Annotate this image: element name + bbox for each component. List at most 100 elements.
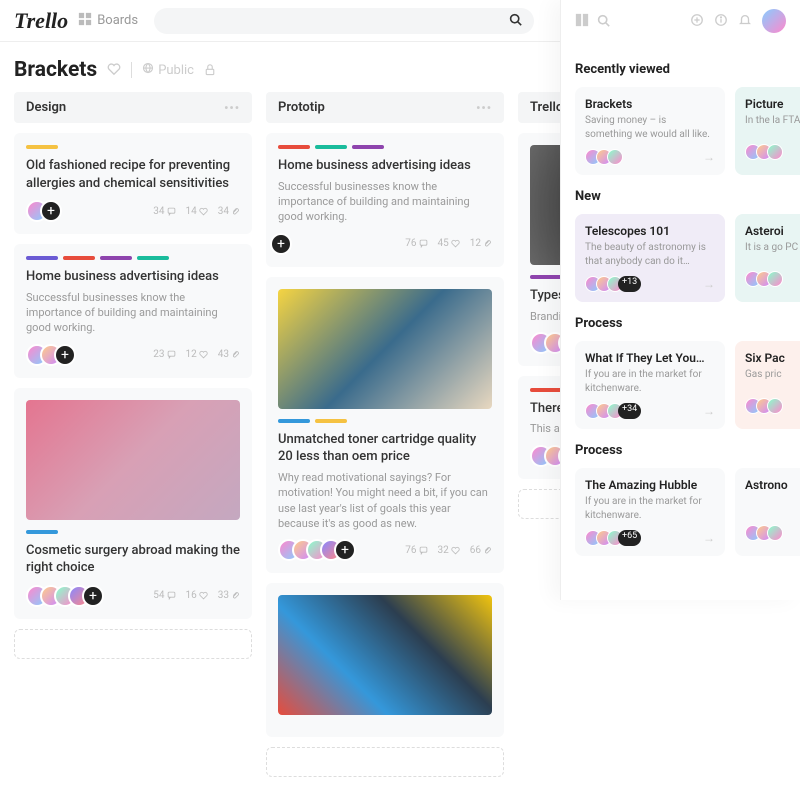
user-avatar[interactable] bbox=[762, 9, 786, 33]
avatar-stack bbox=[745, 525, 783, 541]
recent-card-title: Brackets bbox=[585, 97, 715, 111]
avatar bbox=[767, 144, 783, 160]
card-description: Why read motivational sayings? For motiv… bbox=[278, 470, 492, 532]
list-menu-icon[interactable]: ••• bbox=[224, 101, 240, 115]
likes-count: 14 bbox=[186, 206, 208, 217]
favorite-icon[interactable] bbox=[107, 61, 121, 80]
comments-count: 76 bbox=[405, 545, 427, 556]
recent-card-footer: +65→ bbox=[585, 530, 715, 546]
boards-button[interactable]: Boards bbox=[78, 12, 138, 30]
recent-card-footer: +34→ bbox=[585, 403, 715, 419]
visibility-public[interactable]: Public bbox=[142, 62, 194, 78]
card-title: Cosmetic surgery abroad making the right… bbox=[26, 542, 240, 577]
attachments-count: 12 bbox=[470, 238, 492, 249]
card[interactable]: Old fashioned recipe for preventing alle… bbox=[14, 133, 252, 234]
panel-boards-icon[interactable] bbox=[575, 12, 589, 31]
bell-icon[interactable] bbox=[738, 12, 752, 31]
logo[interactable]: Trello bbox=[14, 8, 68, 34]
likes-count: 45 bbox=[438, 238, 460, 249]
globe-icon bbox=[142, 62, 154, 78]
add-member-button[interactable]: + bbox=[54, 344, 76, 366]
panel-section-row: Telescopes 101The beauty of astronomy is… bbox=[575, 214, 800, 302]
avatar-stack bbox=[585, 149, 623, 165]
recent-card[interactable]: The Amazing HubbleIf you are in the mark… bbox=[575, 468, 725, 556]
recent-card-footer: +13→ bbox=[585, 276, 715, 292]
label bbox=[278, 419, 310, 423]
avatar-stack: + bbox=[278, 233, 292, 255]
card-labels bbox=[26, 145, 240, 149]
card-labels bbox=[26, 256, 240, 260]
card[interactable] bbox=[266, 583, 504, 737]
panel-section-title: Process bbox=[575, 316, 800, 331]
card[interactable]: Unmatched toner cartridge quality 20 les… bbox=[266, 277, 504, 574]
attachments-count: 43 bbox=[218, 349, 240, 360]
list: Prototip ••• Home business advertising ide… bbox=[266, 92, 504, 787]
avatar-stack: + bbox=[26, 344, 76, 366]
boards-icon bbox=[78, 12, 92, 30]
add-card-placeholder[interactable] bbox=[266, 747, 504, 777]
add-member-button[interactable]: + bbox=[334, 539, 356, 561]
list-header[interactable]: Prototip ••• bbox=[266, 92, 504, 123]
recent-card-title: The Amazing Hubble bbox=[585, 478, 715, 492]
board-title: Brackets bbox=[14, 58, 97, 82]
panel-section-row: What If They Let You… If you are in the m… bbox=[575, 341, 800, 429]
card[interactable]: Cosmetic surgery abroad making the right… bbox=[14, 388, 252, 619]
info-icon[interactable] bbox=[714, 12, 728, 31]
card-footer: +34 14 34 bbox=[26, 200, 240, 222]
card[interactable]: Home business advertising ideasSuccessfu… bbox=[266, 133, 504, 267]
recent-card-footer: → bbox=[745, 144, 800, 160]
add-card-placeholder[interactable] bbox=[14, 629, 252, 659]
card-labels bbox=[278, 419, 492, 423]
likes-count: 12 bbox=[186, 349, 208, 360]
recent-card[interactable]: AsteroiIt is a go PC as an→ bbox=[735, 214, 800, 302]
add-member-button[interactable]: + bbox=[40, 200, 62, 222]
recent-card-footer: → bbox=[745, 525, 800, 541]
attachments-count: 34 bbox=[218, 206, 240, 217]
avatar-stack: +13 bbox=[585, 276, 641, 292]
list: Design••• Old fashioned recipe for preven… bbox=[14, 92, 252, 787]
panel-search-icon[interactable] bbox=[597, 12, 610, 31]
add-member-button[interactable]: + bbox=[270, 233, 292, 255]
avatar bbox=[767, 398, 783, 414]
panel-section-title: New bbox=[575, 189, 800, 204]
panel-section-title: Recently viewed bbox=[575, 62, 800, 77]
member-overflow-count: +34 bbox=[618, 403, 641, 419]
label bbox=[352, 145, 384, 149]
list-header[interactable]: Design••• bbox=[14, 92, 252, 123]
comments-count: 34 bbox=[153, 206, 175, 217]
label bbox=[63, 256, 95, 260]
recent-card-description: If you are in the market for kitchenware… bbox=[585, 368, 715, 395]
recent-card[interactable]: PictureIn the la FTA sate→ bbox=[735, 87, 800, 175]
avatar-stack bbox=[745, 271, 783, 287]
card-title: Old fashioned recipe for preventing alle… bbox=[26, 157, 240, 192]
add-member-button[interactable]: + bbox=[82, 585, 104, 607]
card-image bbox=[26, 400, 240, 520]
recent-card-description: It is a go PC as an bbox=[745, 241, 800, 263]
list-menu-icon[interactable]: ••• bbox=[476, 101, 492, 115]
recent-card[interactable]: Telescopes 101The beauty of astronomy is… bbox=[575, 214, 725, 302]
member-overflow-count: +65 bbox=[618, 530, 641, 546]
avatar bbox=[607, 149, 623, 165]
panel-section-title: Process bbox=[575, 443, 800, 458]
card-stats: 34 14 34 bbox=[153, 206, 240, 217]
recent-card[interactable]: Astrono→ bbox=[735, 468, 800, 556]
card-description: Successful businesses know the importanc… bbox=[26, 290, 240, 336]
card[interactable]: Home business advertising ideasSuccessfu… bbox=[14, 244, 252, 378]
recent-card-title: What If They Let You… bbox=[585, 351, 715, 365]
recent-card[interactable]: Six PacGas pric→ bbox=[735, 341, 800, 429]
recent-card[interactable]: BracketsSaving money – is something we w… bbox=[575, 87, 725, 175]
list-title: Prototip bbox=[278, 100, 325, 115]
side-panel: Recently viewed BracketsSaving money – is… bbox=[560, 0, 800, 600]
boards-label: Boards bbox=[97, 13, 138, 28]
recent-card-footer: → bbox=[745, 398, 800, 414]
public-label: Public bbox=[158, 63, 194, 78]
label bbox=[100, 256, 132, 260]
recent-card-footer: → bbox=[585, 149, 715, 165]
search-input[interactable] bbox=[154, 8, 534, 34]
label bbox=[530, 388, 562, 392]
recent-card[interactable]: What If They Let You… If you are in the m… bbox=[575, 341, 725, 429]
lock-icon[interactable] bbox=[204, 61, 216, 80]
recent-card-description: Gas pric bbox=[745, 368, 800, 390]
add-icon[interactable] bbox=[690, 12, 704, 31]
list-title: Trello bbox=[530, 100, 563, 115]
